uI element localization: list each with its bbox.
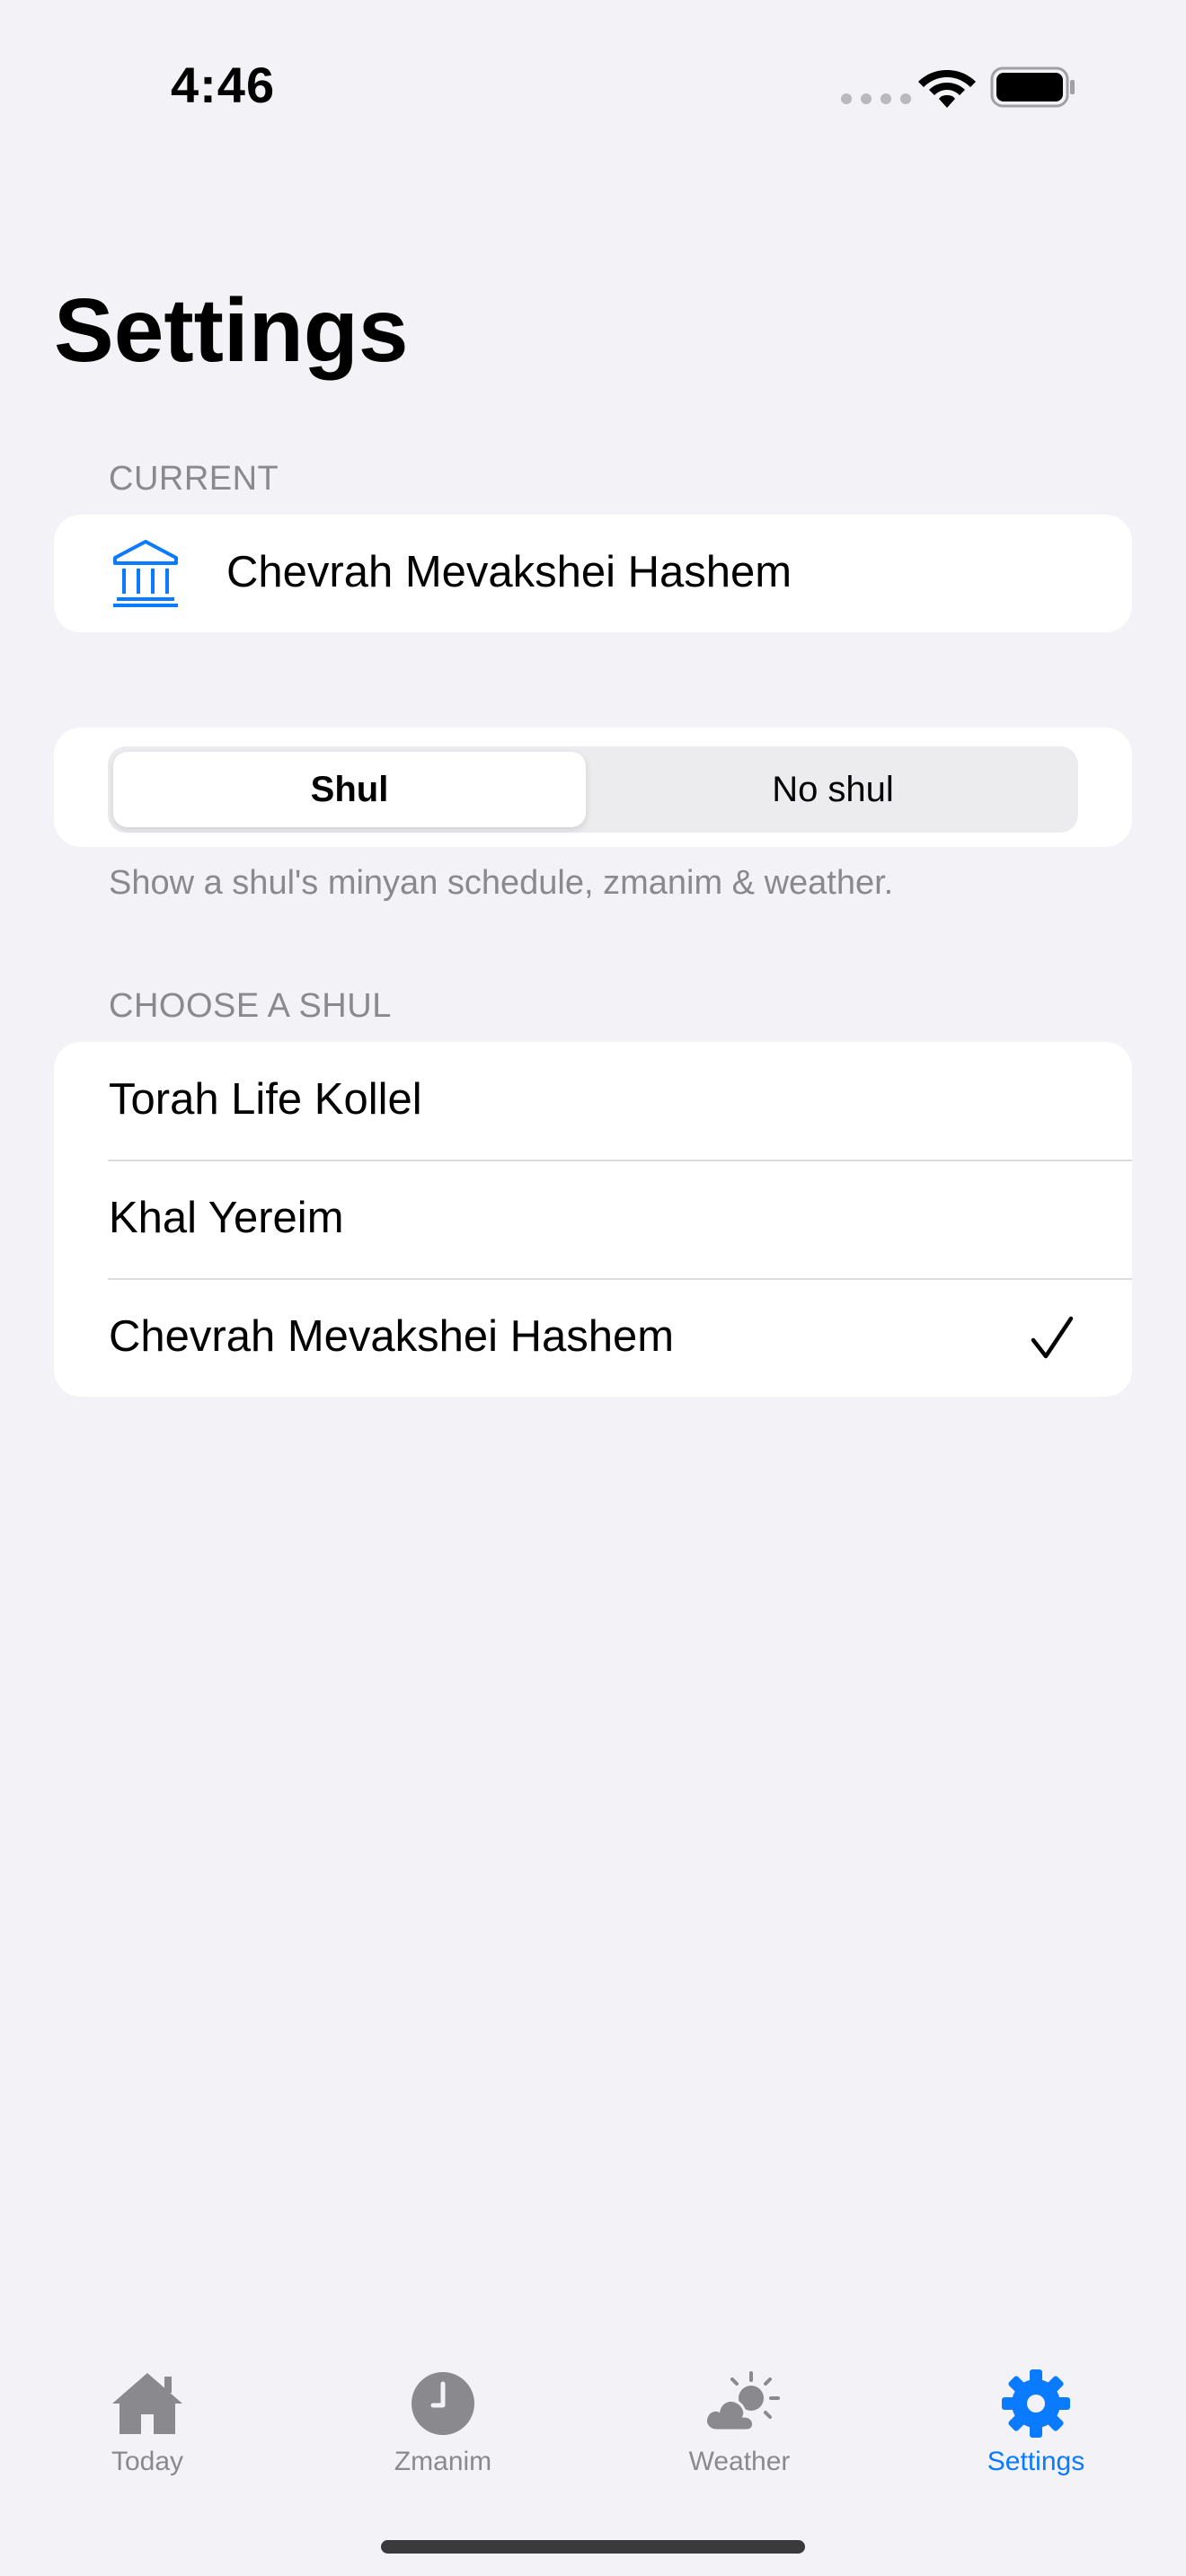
- status-time: 4:46: [171, 57, 276, 113]
- segment-shul[interactable]: Shul: [113, 752, 586, 827]
- building-columns-icon: [113, 540, 178, 607]
- house-icon: [112, 2373, 182, 2434]
- list-item-label: Chevrah Mevakshei Hashem: [109, 1312, 675, 1361]
- list-item[interactable]: Khal Yereim: [54, 1160, 1132, 1278]
- shul-mode-footer: Show a shul's minyan schedule, zmanim & …: [109, 864, 894, 902]
- choose-shul-section-header: CHOOSE A SHUL: [109, 987, 392, 1025]
- home-indicator: [381, 2540, 805, 2554]
- shul-mode-card: Shul No shul: [54, 728, 1132, 847]
- gear-icon: [1002, 2369, 1070, 2438]
- tab-label: Weather: [688, 2447, 791, 2476]
- cloud-sun-icon: [704, 2371, 780, 2432]
- tab-label: Settings: [987, 2447, 1085, 2476]
- list-item[interactable]: Chevrah Mevakshei Hashem: [54, 1279, 1132, 1397]
- current-section-header: CURRENT: [109, 460, 279, 498]
- checkmark-icon: [1031, 1316, 1074, 1359]
- shul-list: Torah Life Kollel Khal Yereim Chevrah Me…: [54, 1042, 1132, 1397]
- list-item[interactable]: Torah Life Kollel: [54, 1042, 1132, 1160]
- wifi-icon: [918, 70, 976, 108]
- current-shul-card: Chevrah Mevakshei Hashem: [54, 515, 1132, 632]
- tab-today[interactable]: Today: [44, 2335, 251, 2488]
- battery-icon: [990, 66, 1075, 108]
- list-item-label: Khal Yereim: [109, 1194, 344, 1242]
- list-item-label: Torah Life Kollel: [109, 1075, 422, 1124]
- shul-mode-segmented-control[interactable]: Shul No shul: [108, 746, 1078, 833]
- tab-settings[interactable]: Settings: [933, 2335, 1139, 2488]
- segment-no-shul[interactable]: No shul: [593, 752, 1073, 827]
- current-shul-name: Chevrah Mevakshei Hashem: [226, 548, 792, 596]
- page-title: Settings: [54, 280, 409, 381]
- cellular-signal-icon: [841, 93, 911, 104]
- clock-icon: [412, 2372, 474, 2435]
- tab-zmanim[interactable]: Zmanim: [340, 2335, 546, 2488]
- tab-label: Today: [111, 2447, 184, 2476]
- tab-label: Zmanim: [394, 2447, 492, 2476]
- tab-weather[interactable]: Weather: [636, 2335, 843, 2488]
- status-bar: 4:46: [0, 0, 1186, 171]
